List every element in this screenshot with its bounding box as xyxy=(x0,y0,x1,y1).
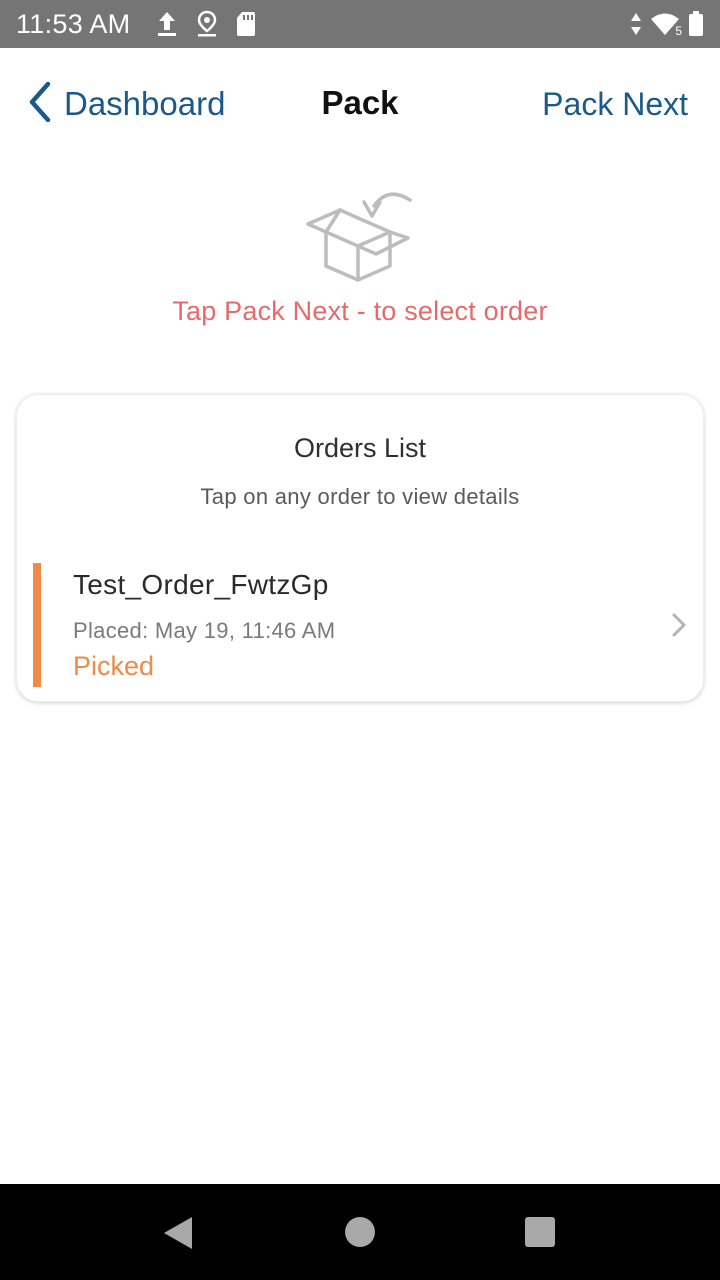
orders-card: Orders List Tap on any order to view det… xyxy=(16,394,704,702)
order-placed-date: Placed: May 19, 11:46 AM xyxy=(73,618,336,643)
recents-square-icon[interactable] xyxy=(525,1217,555,1247)
location-icon xyxy=(196,10,218,38)
back-button[interactable]: Dashboard xyxy=(28,81,226,127)
pack-next-button[interactable]: Pack Next xyxy=(542,86,688,123)
order-row[interactable]: Test_Order_FwtzGp Placed: May 19, 11:46 … xyxy=(33,563,689,687)
chevron-right-icon xyxy=(669,613,689,637)
nav-header: Dashboard Pack Pack Next xyxy=(0,48,720,160)
home-circle-icon[interactable] xyxy=(345,1217,375,1247)
prompt-text: Tap Pack Next - to select order xyxy=(172,296,548,326)
chevron-left-icon xyxy=(28,81,52,127)
status-bar: 11:53 AM 5 xyxy=(0,0,720,48)
battery-icon xyxy=(688,11,704,37)
wifi-icon: 5 xyxy=(650,12,683,38)
status-time: 11:53 AM xyxy=(16,8,131,39)
back-label: Dashboard xyxy=(64,85,226,122)
wifi-badge: 5 xyxy=(674,24,683,38)
orders-list-subtitle: Tap on any order to view details xyxy=(200,484,520,509)
orders-list-title: Orders List xyxy=(293,433,427,463)
data-arrows-icon xyxy=(630,12,642,36)
back-triangle-icon[interactable] xyxy=(162,1216,194,1255)
sd-card-icon xyxy=(236,11,256,37)
status-right-icons: 5 xyxy=(630,11,704,38)
upload-icon xyxy=(156,10,178,38)
order-status: Picked xyxy=(73,651,155,681)
order-name: Test_Order_FwtzGp xyxy=(73,569,329,600)
status-left-icons xyxy=(156,10,256,38)
box-return-icon xyxy=(300,188,420,284)
status-strip xyxy=(33,563,41,687)
